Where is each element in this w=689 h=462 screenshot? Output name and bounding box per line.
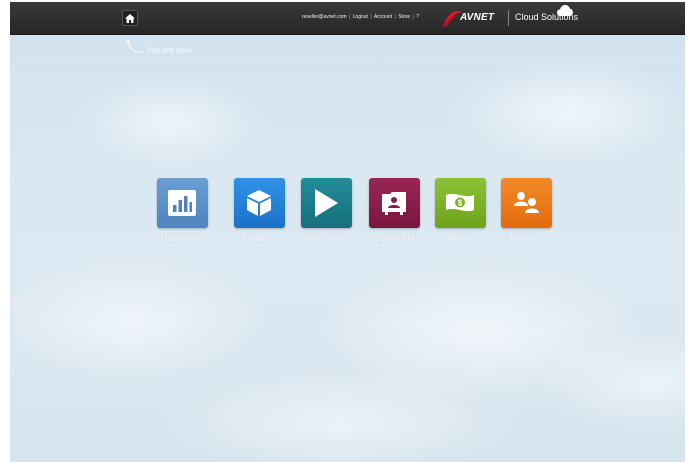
avnet-logo[interactable]: AVNET xyxy=(442,9,502,27)
separator: | xyxy=(348,14,351,20)
tile-dashboard-label: Dashboard xyxy=(161,233,203,243)
tile-partners-box[interactable] xyxy=(500,178,552,228)
logo-divider xyxy=(508,10,509,26)
tile-customers[interactable]: Customers xyxy=(368,178,420,243)
account-link[interactable]: Account xyxy=(374,14,392,20)
svg-text:$: $ xyxy=(458,199,463,208)
cloud-icon xyxy=(557,5,573,16)
tile-dashboard-box[interactable] xyxy=(156,178,208,228)
tile-dashboard[interactable]: Dashboard xyxy=(156,178,208,243)
user-email-link[interactable]: reseller@avnet.com xyxy=(302,14,347,20)
tile-test-drives[interactable]: Test Drives xyxy=(300,178,352,243)
contact-card-icon xyxy=(382,192,406,215)
tile-test-drives-box[interactable] xyxy=(300,178,352,228)
bar-chart-icon xyxy=(168,190,196,216)
separator: | xyxy=(394,14,396,20)
store-link[interactable]: Store xyxy=(398,14,410,20)
tile-products-box[interactable] xyxy=(233,178,285,228)
tile-partners-label: Partners xyxy=(509,233,543,243)
tile-products[interactable]: Products xyxy=(233,178,285,243)
tile-partners[interactable]: Partners xyxy=(500,178,552,243)
home-button[interactable] xyxy=(122,10,138,26)
people-icon xyxy=(514,192,539,213)
money-icon: $ xyxy=(446,193,474,212)
cube-icon xyxy=(247,190,271,216)
logout-link[interactable]: Logout xyxy=(353,14,368,20)
app-launcher: Dashboard Products Test Drives Customers… xyxy=(156,178,552,258)
tile-billing-box[interactable]: $ xyxy=(434,178,486,228)
avnet-logo-text: AVNET xyxy=(460,12,495,23)
app-frame: reseller@avnet.com | Logout | Account | … xyxy=(10,2,685,462)
tile-billing[interactable]: $ Billing xyxy=(434,178,486,243)
tile-customers-box[interactable] xyxy=(368,178,420,228)
account-links: reseller@avnet.com | Logout | Account | … xyxy=(302,14,419,20)
home-icon xyxy=(125,13,135,23)
play-icon xyxy=(315,189,338,217)
help-link[interactable]: ? xyxy=(416,14,419,20)
you-are-here-label: You are here xyxy=(146,46,192,55)
separator: | xyxy=(370,14,372,20)
top-bar: reseller@avnet.com | Logout | Account | … xyxy=(10,2,685,35)
separator: | xyxy=(412,14,414,20)
